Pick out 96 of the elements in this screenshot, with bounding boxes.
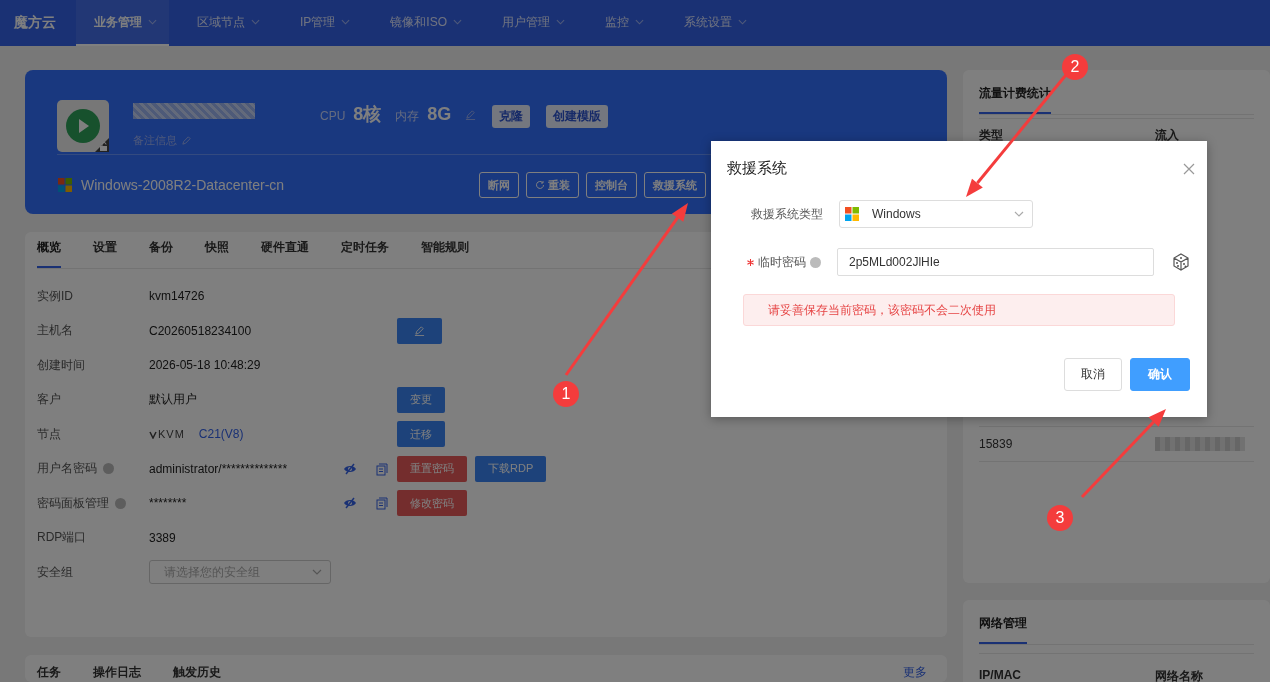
play-icon <box>65 108 101 144</box>
tab[interactable]: 定时任务 <box>341 239 389 268</box>
tab[interactable]: 设置 <box>93 239 117 268</box>
eye-hidden-icon <box>343 496 357 511</box>
help-icon <box>810 256 821 268</box>
memory-value: 8G <box>427 104 452 125</box>
row-button[interactable]: 变更 <box>397 386 445 413</box>
tab[interactable]: 网络管理 <box>979 615 1027 644</box>
edit-button[interactable] <box>397 317 442 344</box>
windows-logo-icon <box>844 206 860 222</box>
field-label: 实例ID <box>37 287 73 305</box>
field-label: 客户 <box>37 391 61 409</box>
node-link[interactable]: C21(V8) <box>198 427 244 442</box>
cancel-button[interactable]: 取消 <box>1064 358 1122 391</box>
caret-icon <box>1014 211 1024 217</box>
os-select[interactable]: Windows <box>839 200 1033 228</box>
header-button[interactable]: 克隆 <box>492 105 531 128</box>
nav-menu-item[interactable]: IP管理 <box>282 0 363 46</box>
row-button[interactable]: 下载RDP <box>475 455 547 482</box>
required-asterisk-icon <box>747 258 754 266</box>
copy-icon <box>375 461 389 476</box>
pencil-icon <box>414 325 425 337</box>
field-label: 救援系统类型 <box>751 205 823 223</box>
field-label: 安全组 <box>37 563 73 581</box>
tab[interactable]: 硬件直通 <box>261 239 309 268</box>
confirm-button[interactable]: 确认 <box>1130 358 1190 391</box>
caret-icon <box>635 19 644 25</box>
nav-menu-item[interactable]: 用户管理 <box>484 0 577 46</box>
field-label: 临时密码 <box>758 253 806 271</box>
kvm-mark-icon <box>149 429 157 439</box>
field-label: 密码面板管理 <box>37 494 109 512</box>
action-button[interactable]: 控制台 <box>586 172 637 198</box>
more-link[interactable]: 更多 <box>903 664 927 682</box>
row-button[interactable]: 迁移 <box>397 421 445 448</box>
action-button[interactable]: 救援系统 <box>644 172 706 198</box>
field-label: 主机名 <box>37 322 73 340</box>
caret-icon <box>148 19 157 25</box>
field-value: 2026-05-18 10:48:29 <box>149 358 262 373</box>
action-button[interactable]: 重装 <box>526 172 579 198</box>
help-icon <box>115 497 126 509</box>
tab[interactable]: 概览 <box>37 239 61 268</box>
header-button[interactable]: 创建模版 <box>546 105 609 128</box>
dice-icon <box>1171 252 1191 272</box>
caret-icon <box>453 19 462 25</box>
windows-logo-icon <box>57 177 73 193</box>
column-header: 网络名称 <box>1155 668 1203 682</box>
field-label: 创建时间 <box>37 356 85 374</box>
field-value: 默认用户 <box>149 391 198 409</box>
caret-icon <box>341 19 351 25</box>
field-label: 节点 <box>37 425 61 443</box>
close-icon <box>1183 162 1195 175</box>
field-label: RDP端口 <box>37 529 87 547</box>
field-value: C20260518234100 <box>149 323 253 338</box>
field-value: kvm14726 <box>149 289 206 304</box>
pencil-icon <box>465 109 477 120</box>
field-value: 3389 <box>149 530 177 545</box>
nav-menu-item[interactable]: 监控 <box>587 0 656 46</box>
caret-icon <box>312 569 322 576</box>
tab[interactable]: 快照 <box>205 239 229 268</box>
memory-label: 内存 <box>395 108 420 125</box>
help-icon <box>103 463 114 475</box>
nav-menu-item[interactable]: 镜像和ISO <box>372 0 474 46</box>
lock-icon <box>95 138 109 152</box>
cpu-value: 8核 <box>353 103 382 126</box>
row-button[interactable]: 重置密码 <box>397 455 467 482</box>
caret-icon <box>251 19 260 25</box>
column-header: IP/MAC <box>979 668 1022 682</box>
caret-icon <box>738 19 747 25</box>
table-cell-text: 15839 <box>979 437 1014 451</box>
pencil-icon <box>181 135 192 146</box>
cpu-label: CPU <box>320 109 346 123</box>
action-button[interactable]: 断网 <box>479 172 519 198</box>
kvm-logo: KVM <box>149 428 185 441</box>
warning-alert: 请妥善保存当前密码，该密码不会二次使用 <box>743 294 1175 326</box>
brand-logo: 魔方云 <box>14 14 56 32</box>
field-value: ******** <box>149 496 188 511</box>
tab[interactable]: 操作日志 <box>93 664 141 682</box>
step-number-badge: 2 <box>1062 54 1088 80</box>
tab[interactable]: 智能规则 <box>421 239 469 268</box>
copy-icon <box>375 496 389 511</box>
dialog-title: 救援系统 <box>727 159 787 178</box>
eye-hidden-icon <box>343 461 357 476</box>
password-field[interactable]: 2p5MLd002JlHIe <box>837 248 1154 276</box>
nav-menu-item[interactable]: 系统设置 <box>666 0 759 46</box>
field-label: 用户名密码 <box>37 460 97 478</box>
nav-menu-item[interactable]: 区域节点 <box>179 0 272 46</box>
os-name: Windows-2008R2-Datacenter-cn <box>81 177 286 193</box>
column-header: 流入 <box>1155 127 1179 144</box>
caret-icon <box>556 19 565 25</box>
tab[interactable]: 备份 <box>149 239 173 268</box>
tab[interactable]: 触发历史 <box>173 664 221 682</box>
column-header: 类型 <box>979 127 1004 144</box>
tab[interactable]: 任务 <box>37 664 61 682</box>
field-value: administrator/************** <box>149 461 289 476</box>
row-button[interactable]: 修改密码 <box>397 490 467 517</box>
refresh-icon <box>535 180 545 190</box>
